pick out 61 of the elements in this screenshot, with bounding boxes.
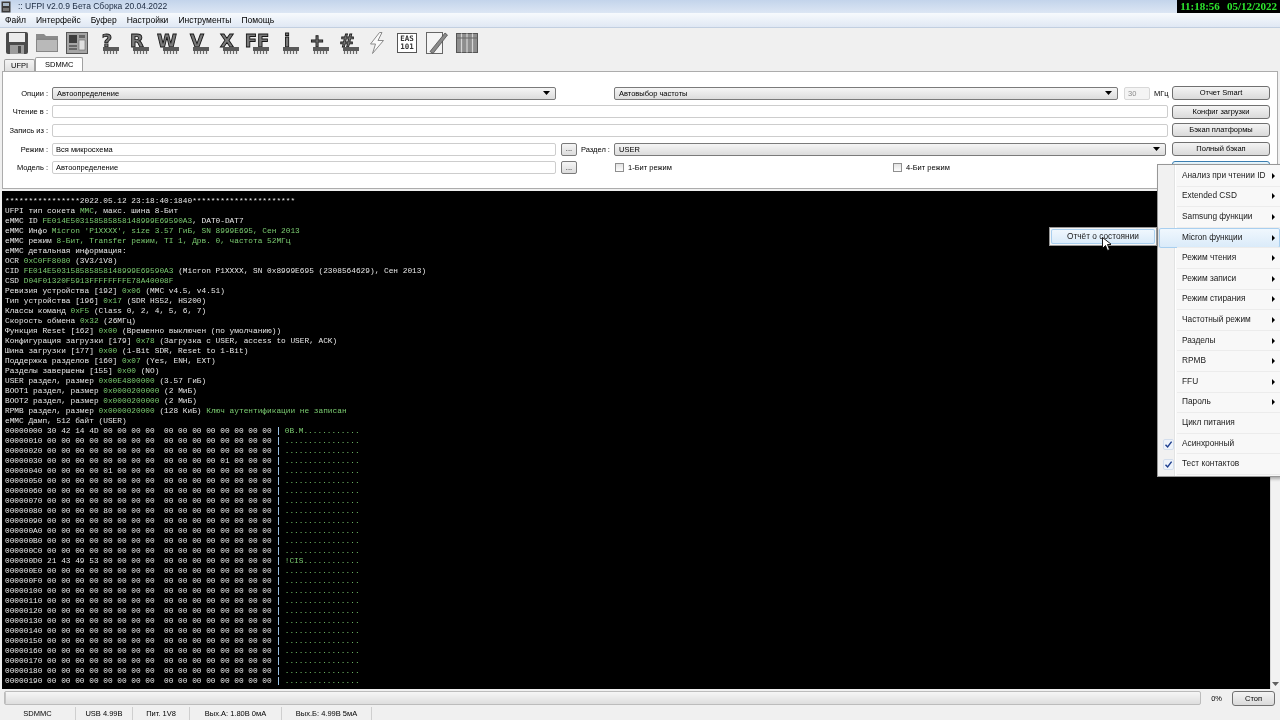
menu-item[interactable]: Анализ при чтении ID (1159, 166, 1280, 187)
menu-item[interactable]: Отчёт о состоянии (1051, 229, 1155, 244)
checkbox[interactable] (893, 163, 902, 173)
lightning-icon (370, 31, 384, 54)
notepad-pencil-icon (426, 31, 448, 54)
toolbar-button[interactable]: # (333, 29, 361, 56)
chip-icon (283, 46, 299, 54)
menu-item[interactable]: Режим чтения (1159, 248, 1280, 269)
menu-item[interactable]: Частотный режим (1159, 310, 1280, 331)
checkbox[interactable] (615, 163, 624, 173)
toolbar-button[interactable] (423, 29, 451, 56)
chip-icon (313, 46, 329, 54)
menu-item[interactable]: Micron функции (1159, 227, 1280, 249)
toolbar-button[interactable]: + (303, 29, 331, 56)
menu-item[interactable]: Режим записи (1159, 268, 1280, 290)
toolbar-button[interactable]: i (273, 29, 301, 56)
chip-icon (193, 46, 209, 54)
menu-item[interactable]: Интерфейс (30, 14, 86, 26)
toolbar-button[interactable]: ? (93, 29, 121, 56)
caret-icon (543, 91, 550, 95)
circuit-board-icon (66, 31, 88, 54)
menu-item[interactable]: Пароль (1159, 392, 1280, 414)
save-icon (6, 31, 28, 54)
chip-icon (163, 46, 179, 54)
menu-item[interactable]: Настройки (121, 14, 174, 26)
window-title: :: UFPI v2.0.9 Бета Сборка 20.04.2022 (18, 1, 168, 12)
menu-item[interactable]: FFU (1159, 371, 1280, 393)
chip-icon (223, 46, 239, 54)
toolbar-button[interactable]: R (123, 29, 151, 56)
write-path-field[interactable] (52, 123, 1168, 137)
app-icon (1, 0, 11, 13)
read-path-field[interactable] (52, 105, 1168, 119)
menu-item[interactable]: Буфер (85, 14, 122, 26)
menu-item[interactable]: Файл (0, 14, 31, 26)
menu-item[interactable]: Помощь (236, 14, 280, 26)
caret-icon (1153, 147, 1160, 152)
menu-item[interactable]: Режим стирания (1159, 289, 1280, 311)
toolbar-button[interactable]: X (213, 29, 241, 56)
clock-date: 05/12/2022 (1226, 0, 1277, 14)
toolbar-button[interactable]: V (183, 29, 211, 56)
toolbar-button[interactable]: W (153, 29, 181, 56)
menu-item[interactable]: Асинхронный (1159, 433, 1280, 455)
caret-icon (1105, 91, 1112, 95)
menu-item[interactable]: Тест контактов (1159, 454, 1280, 475)
menu-item[interactable]: RPMB (1159, 351, 1280, 372)
chip-icon (343, 46, 359, 54)
menu-item[interactable]: Samsung функции (1159, 207, 1280, 228)
toolbar-button[interactable] (63, 29, 91, 56)
menu-item[interactable]: Extended CSD (1159, 186, 1280, 208)
scroll-down-arrow-icon (1272, 682, 1279, 686)
menu-item[interactable]: Разделы (1159, 330, 1280, 352)
folder-icon (36, 33, 58, 52)
menu-item[interactable]: Цикл питания (1159, 413, 1280, 434)
chip-icon (133, 46, 149, 54)
toolbar-button[interactable]: FF (243, 29, 271, 56)
toolbar-button[interactable] (3, 29, 31, 56)
chip-icon (253, 46, 269, 54)
menu-item[interactable]: Инструменты (173, 14, 237, 26)
chip-icon (103, 46, 119, 54)
striped-panel-icon (456, 32, 478, 53)
clock-time: 11:18:56 (1180, 0, 1220, 14)
